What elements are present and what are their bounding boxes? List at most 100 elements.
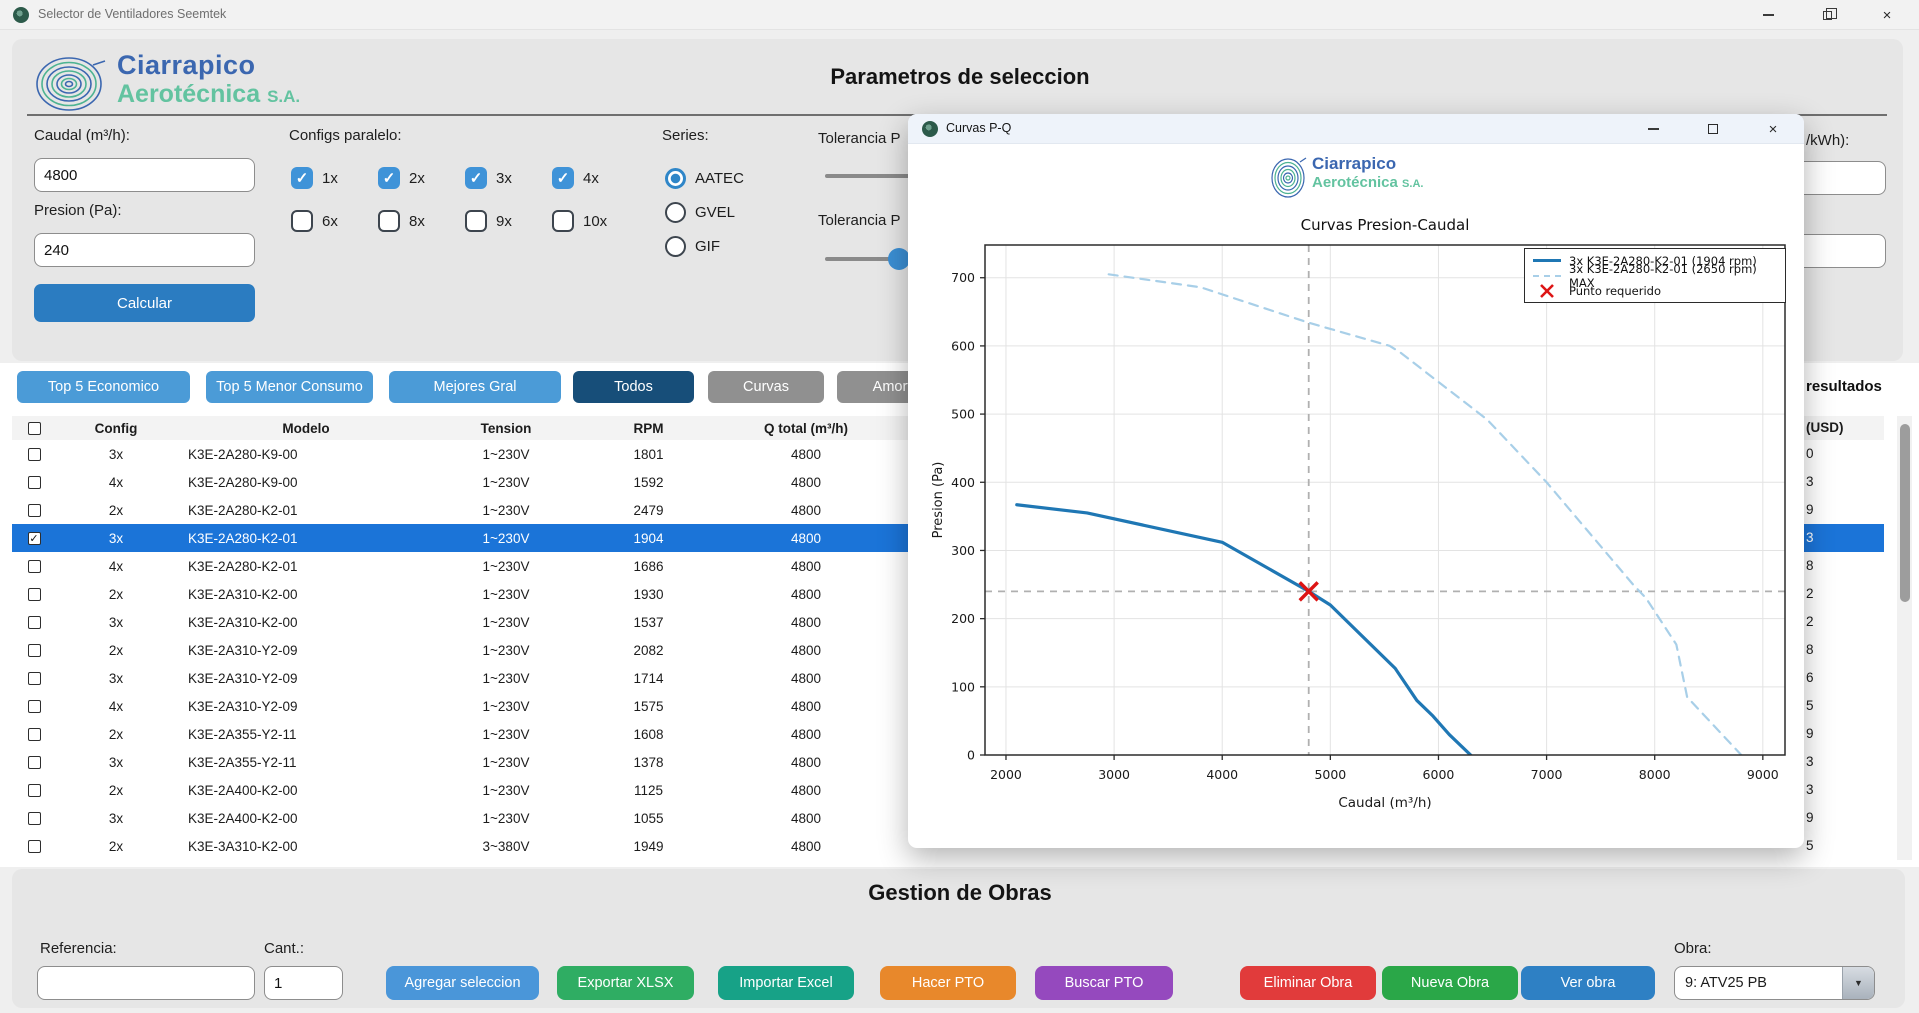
filter-button-todos[interactable]: Todos [573,371,694,403]
unchecked-checkbox-icon[interactable] [28,672,41,685]
filter-button-mejores-gral[interactable]: Mejores Gral [389,371,561,403]
tolerancia2-slider-handle[interactable] [888,248,910,270]
series-radio-aatec[interactable]: AATEC [665,168,744,189]
unchecked-checkbox-icon[interactable] [28,784,41,797]
config-checkbox-1x[interactable]: ✓1x [291,167,338,189]
unchecked-checkbox-icon[interactable] [28,756,41,769]
cell-modelo: K3E-2A280-K2-01 [176,559,436,574]
unchecked-checkbox-icon[interactable] [28,728,41,741]
unchecked-checkbox-icon[interactable] [28,560,41,573]
obra-dropdown[interactable]: 9: ATV25 PB ▼ [1674,966,1875,1000]
unchecked-checkbox-icon[interactable] [28,700,41,713]
nueva-obra-button[interactable]: Nueva Obra [1382,966,1518,1000]
cell-modelo: K3E-2A310-K2-00 [176,615,436,630]
config-checkbox-10x[interactable]: 10x [552,210,607,232]
popup-close-button[interactable]: × [1750,114,1796,144]
exportar-xlsx-button[interactable]: Exportar XLSX [557,966,694,1000]
series-radio-gvel[interactable]: GVEL [665,202,735,223]
unchecked-checkbox-icon[interactable] [28,812,41,825]
svg-text:9000: 9000 [1747,767,1779,782]
referencia-input[interactable] [37,966,255,1000]
caudal-input[interactable] [34,158,255,192]
importar-excel-button[interactable]: Importar Excel [718,966,854,1000]
row-checkbox-cell[interactable] [12,728,56,741]
cell-q-total: 4800 [721,531,891,546]
config-checkbox-6x[interactable]: 6x [291,210,338,232]
eliminar-obra-button[interactable]: Eliminar Obra [1240,966,1376,1000]
svg-text:2000: 2000 [990,767,1022,782]
ver-obra-button[interactable]: Ver obra [1521,966,1655,1000]
row-checkbox-cell[interactable] [12,588,56,601]
unchecked-checkbox-icon[interactable] [28,644,41,657]
scrollbar-thumb[interactable] [1900,424,1910,602]
cell-rpm: 1930 [576,587,721,602]
cell-rpm: 1686 [576,559,721,574]
config-checkbox-2x[interactable]: ✓2x [378,167,425,189]
row-checkbox-cell[interactable] [12,700,56,713]
radio-selected-icon [665,168,686,189]
window-minimize-button[interactable] [1745,0,1791,30]
cell-tension: 1~230V [436,475,576,490]
row-checkbox-cell[interactable] [12,784,56,797]
cell-tension: 1~230V [436,615,576,630]
buscar-pto-button[interactable]: Buscar PTO [1035,966,1173,1000]
row-checkbox-cell[interactable] [12,644,56,657]
row-checkbox-cell[interactable] [12,840,56,853]
cell-config: 4x [56,559,176,574]
cell-q-total: 4800 [721,475,891,490]
row-checkbox-cell[interactable] [12,812,56,825]
brand-logo-icon [31,53,117,115]
header-config: Config [56,421,176,436]
page-title: Parametros de seleccion [660,64,1260,90]
config-checkbox-label: 10x [583,213,607,230]
config-checkbox-3x[interactable]: ✓3x [465,167,512,189]
table-scrollbar[interactable] [1897,416,1912,860]
window-close-button[interactable]: × [1864,0,1910,30]
cell-tension: 1~230V [436,587,576,602]
unchecked-checkbox-icon[interactable] [28,588,41,601]
config-checkbox-4x[interactable]: ✓4x [552,167,599,189]
brand-suffix: S.A. [267,87,300,106]
chart-legend: 3x K3E-2A280-K2-01 (1904 rpm)3x K3E-2A28… [1524,248,1786,303]
row-checkbox-cell[interactable]: ✓ [12,532,56,545]
unchecked-checkbox-icon[interactable] [28,840,41,853]
row-checkbox-cell[interactable] [12,448,56,461]
unchecked-checkbox-icon[interactable] [28,504,41,517]
config-checkbox-label: 3x [496,170,512,187]
config-checkbox-8x[interactable]: 8x [378,210,425,232]
row-checkbox-cell[interactable] [12,672,56,685]
cell-modelo: K3E-2A310-Y2-09 [176,699,436,714]
cant-input[interactable] [264,966,343,1000]
select-all-checkbox[interactable] [28,422,41,435]
calcular-button[interactable]: Calcular [34,284,255,322]
row-checkbox-cell[interactable] [12,756,56,769]
hacer-pto-button[interactable]: Hacer PTO [880,966,1016,1000]
row-checkbox-cell[interactable] [12,476,56,489]
cell-modelo: K3E-2A280-K9-00 [176,447,436,462]
series-radio-label: GVEL [695,204,735,221]
row-checkbox-cell[interactable] [12,504,56,517]
row-checkbox-cell[interactable] [12,616,56,629]
unchecked-checkbox-icon[interactable] [28,616,41,629]
filter-button-top-5-menor-consumo[interactable]: Top 5 Menor Consumo [206,371,373,403]
cell-rpm: 1125 [576,783,721,798]
presion-input[interactable] [34,233,255,267]
series-radio-gif[interactable]: GIF [665,236,720,257]
popup-title: Curvas P-Q [946,121,1011,135]
config-checkbox-9x[interactable]: 9x [465,210,512,232]
unchecked-checkbox-icon[interactable] [28,448,41,461]
cell-rpm: 1537 [576,615,721,630]
select-all-checkbox-cell[interactable] [12,422,56,435]
filter-button-top-5-economico[interactable]: Top 5 Economico [17,371,190,403]
window-maximize-button[interactable] [1804,0,1850,30]
unchecked-checkbox-icon[interactable] [28,476,41,489]
popup-minimize-button[interactable] [1630,114,1676,144]
svg-text:400: 400 [951,475,975,490]
popup-maximize-button[interactable] [1690,114,1736,144]
filter-button-curvas[interactable]: Curvas [708,371,824,403]
agregar-seleccion-button[interactable]: Agregar seleccion [386,966,539,1000]
checked-checkbox-icon[interactable]: ✓ [28,532,41,545]
cell-usd-fragment: 8 [1806,636,1814,664]
cell-usd-fragment: 3 [1806,748,1814,776]
row-checkbox-cell[interactable] [12,560,56,573]
